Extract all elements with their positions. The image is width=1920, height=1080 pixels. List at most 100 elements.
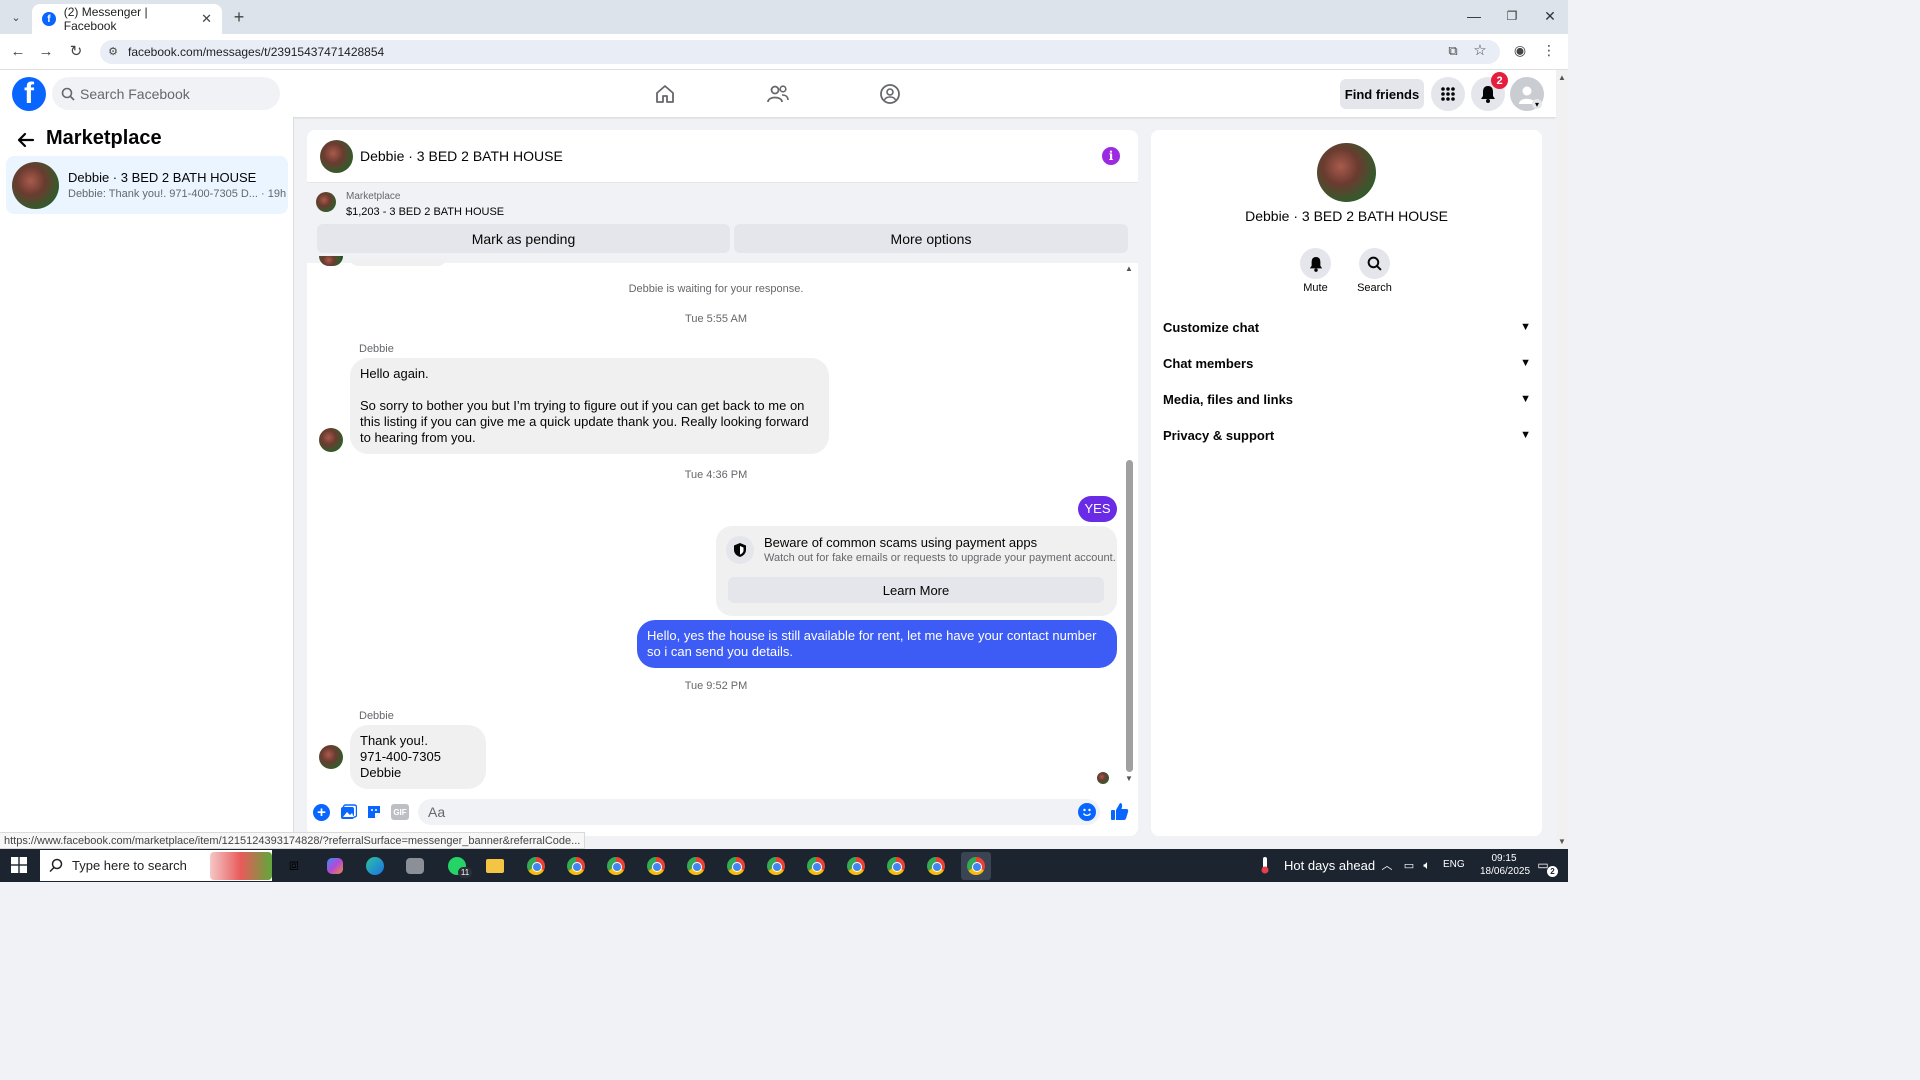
taskbar-search-placeholder: Type here to search [72,858,187,873]
tray-chevron-up-icon[interactable]: ︿ [1380,858,1394,872]
search-placeholder: Search Facebook [80,85,190,102]
install-app-icon[interactable]: ⧉ [1444,43,1462,59]
sticker-icon[interactable] [365,803,383,821]
mute-button[interactable] [1300,248,1331,279]
listing-title[interactable]: $1,203 - 3 BED 2 BATH HOUSE [346,206,504,218]
game-app-icon[interactable] [400,852,430,880]
incoming-message[interactable]: Thank you!. 971-400-7305 Debbie [350,725,486,789]
page-scrollbar[interactable] [1556,70,1568,849]
notification-badge: 2 [1491,72,1508,89]
waiting-notice: Debbie is waiting for your response. [628,283,804,295]
clock[interactable]: 09:15 18/06/2025 [1480,852,1530,878]
task-view-icon[interactable]: ⧈ [279,852,309,880]
facebook-favicon-icon: f [42,12,56,26]
chrome-profile-icon[interactable] [601,852,631,880]
add-icon[interactable]: + [313,804,330,821]
find-friends-label: Find friends [1344,86,1420,102]
profile-icon[interactable]: ◉ [1512,42,1528,58]
url-bar[interactable]: facebook.com/messages/t/2391543747142885… [100,40,1500,64]
message-text: Hello, yes the house is still available … [647,628,1097,659]
menu-grid-icon[interactable] [1431,77,1465,111]
profile-avatar[interactable] [1317,143,1376,202]
url-text: facebook.com/messages/t/2391543747142885… [128,45,385,59]
friends-icon[interactable] [761,78,795,110]
chrome-profile-icon[interactable] [721,852,751,880]
restore-icon[interactable]: ❐ [1504,8,1520,24]
close-tab-icon[interactable]: ✕ [201,11,212,27]
conversation-avatar [12,161,59,209]
chrome-profile-icon[interactable] [641,852,671,880]
thumbs-up-icon[interactable] [1109,801,1129,821]
incoming-message[interactable]: Hello again. So sorry to bother you but … [350,358,829,454]
browser-menu-icon[interactable]: ⋮ [1542,42,1556,58]
chat-scrollbar-thumb[interactable] [1126,460,1133,772]
message-body: So sorry to bother you but I’m trying to… [360,398,809,445]
site-info-icon[interactable]: ⚙ [106,44,120,58]
chrome-icon[interactable] [521,852,551,880]
gif-icon[interactable]: GIF [391,804,409,820]
learn-more-label: Learn More [882,582,950,598]
chat-title[interactable]: Debbie · 3 BED 2 BATH HOUSE [360,148,563,164]
copilot-icon[interactable] [320,852,350,880]
panel-title: Marketplace [46,127,162,149]
customize-chat-section[interactable]: Customize chat ▼ [1163,312,1531,342]
bell-icon [1309,256,1322,272]
learn-more-button[interactable]: Learn More [728,577,1104,603]
chat-scroll-up-icon[interactable]: ▲ [1125,264,1133,273]
more-options-button[interactable]: More options [734,224,1128,253]
account-dropdown-icon[interactable]: ▾ [1532,99,1542,109]
reload-icon[interactable]: ↻ [68,43,84,60]
emoji-icon[interactable] [1078,803,1096,821]
conversation-item[interactable]: Debbie · 3 BED 2 BATH HOUSE Debbie: Than… [6,156,288,214]
message-line: 971-400-7305 Debbie [360,749,441,780]
listing-thumbnail[interactable] [316,192,336,212]
bookmark-star-icon[interactable]: ☆ [1472,42,1488,59]
new-tab-icon[interactable]: + [230,7,248,27]
forward-icon[interactable]: → [38,43,54,60]
outgoing-message[interactable]: Hello, yes the house is still available … [637,620,1117,668]
marketplace-label: Marketplace [346,191,401,202]
tab-search-icon[interactable]: ⌄ [8,10,24,24]
find-friends-button[interactable]: Find friends [1340,79,1424,109]
mark-as-pending-button[interactable]: Mark as pending [317,224,730,253]
mark-as-pending-label: Mark as pending [471,230,576,247]
chrome-profile-icon[interactable] [841,852,871,880]
windows-start-icon[interactable] [10,856,28,874]
search-in-conversation-button[interactable] [1359,248,1390,279]
privacy-support-section[interactable]: Privacy & support ▼ [1163,420,1531,450]
chat-members-section[interactable]: Chat members ▼ [1163,348,1531,378]
chrome-profile-icon[interactable] [761,852,791,880]
message-input[interactable]: Aa [418,799,1100,825]
language-indicator[interactable]: ENG [1443,859,1465,870]
tab-messenger[interactable]: f (2) Messenger | Facebook ✕ [32,4,222,34]
minimize-icon[interactable]: — [1466,8,1482,24]
chrome-profile-icon[interactable] [801,852,831,880]
scroll-up-arrow-icon[interactable]: ▲ [1558,73,1566,82]
search-highlight-image [210,852,272,880]
facebook-logo-icon[interactable]: f [12,77,46,111]
volume-icon[interactable]: 🔈︎ [1420,858,1434,872]
photo-icon[interactable] [339,803,357,821]
chrome-profile-icon[interactable] [681,852,711,880]
chrome-active-window-icon[interactable] [961,852,991,880]
media-files-links-section[interactable]: Media, files and links ▼ [1163,384,1531,414]
back-icon[interactable]: ← [10,43,26,60]
facebook-search-input[interactable]: Search Facebook [52,77,280,110]
home-icon[interactable] [648,78,682,110]
chrome-profile-icon[interactable] [921,852,951,880]
back-arrow-icon[interactable] [16,130,36,150]
battery-icon[interactable]: ▭ [1402,858,1416,872]
groups-icon[interactable] [873,78,907,110]
info-icon[interactable]: i [1102,147,1120,165]
close-window-icon[interactable]: ✕ [1542,8,1558,24]
chat-avatar[interactable] [320,139,353,173]
edge-icon[interactable] [360,852,390,880]
weather-text[interactable]: Hot days ahead [1284,858,1375,873]
search-icon [60,86,76,102]
file-explorer-icon[interactable] [480,852,510,880]
chrome-profile-icon[interactable] [881,852,911,880]
chrome-profile-icon[interactable] [561,852,591,880]
chat-scroll-down-icon[interactable]: ▼ [1125,774,1133,783]
outgoing-message[interactable]: YES [1078,496,1117,522]
scroll-down-arrow-icon[interactable]: ▼ [1558,837,1566,846]
